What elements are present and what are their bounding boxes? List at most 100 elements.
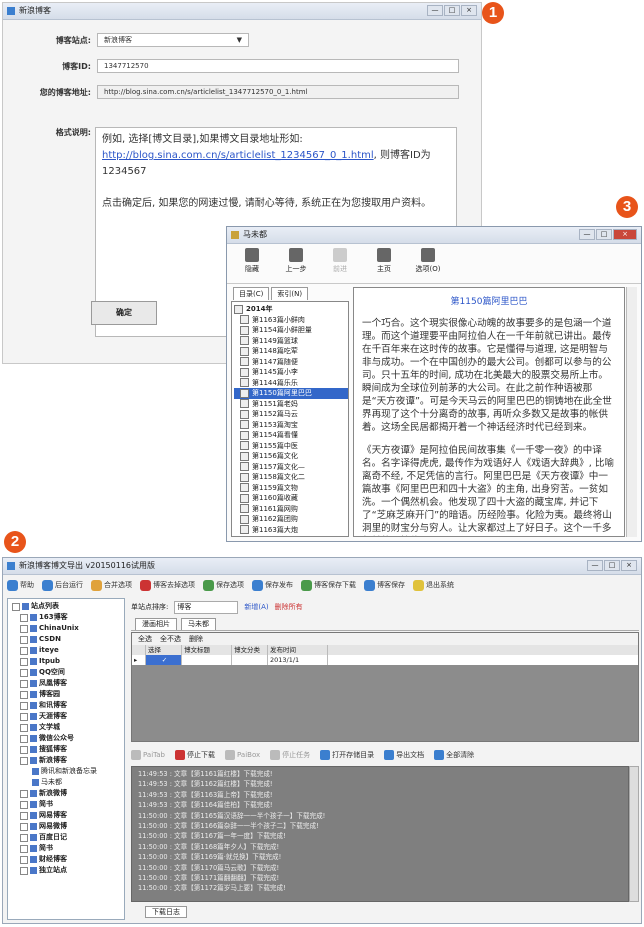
site-tree-item[interactable]: 文学城 (10, 722, 124, 733)
table-row[interactable]: ▸ ✓ 2013/1/1 (132, 655, 638, 665)
close-button[interactable]: × (621, 560, 637, 571)
ok-button[interactable]: 确定 (91, 301, 157, 325)
col-date[interactable]: 发布时间 (268, 645, 328, 655)
site-tree-item[interactable]: 马未都 (10, 777, 124, 788)
site-tree-item[interactable]: 凤凰博客 (10, 678, 124, 689)
site-tree-item[interactable]: Itpub (10, 656, 124, 667)
expand-icon[interactable] (20, 745, 28, 754)
select-none-button[interactable]: 全不选 (160, 634, 181, 644)
add-button[interactable]: 新增(A) (244, 602, 268, 612)
log-tool-button[interactable]: 停止任务 (270, 750, 310, 760)
blog-id-input[interactable]: 1347712570 (97, 59, 459, 73)
tree-item[interactable]: 第1163篇大炮 (234, 525, 348, 536)
hide-button[interactable]: 隐藏 (237, 245, 267, 283)
expand-icon[interactable] (20, 844, 28, 853)
expand-icon[interactable] (20, 800, 28, 809)
tree-item[interactable]: 第1159篇文物 (234, 483, 348, 494)
site-tree-item[interactable]: 网易微博 (10, 821, 124, 832)
site-tree-item[interactable]: 财经博客 (10, 854, 124, 865)
tree-item[interactable]: 第1149篇篮球 (234, 336, 348, 347)
site-tree-item[interactable]: 站点列表 (10, 601, 124, 612)
expand-icon[interactable] (20, 811, 28, 820)
tree-item[interactable]: 第1150篇阿里巴巴 (234, 388, 348, 399)
col-title[interactable]: 博文标题 (182, 645, 232, 655)
site-tree-item[interactable]: 搜狐博客 (10, 744, 124, 755)
home-button[interactable]: 主页 (369, 245, 399, 283)
toolbar-button[interactable]: 保存发布 (252, 579, 293, 591)
toolbar-button[interactable]: 博客保存 (364, 579, 405, 591)
tree-item[interactable]: 第1154篇小鲜胆量 (234, 325, 348, 336)
toolbar-button[interactable]: 博客去掉选项 (140, 579, 195, 591)
site-tree-item[interactable]: 百度日记 (10, 832, 124, 843)
expand-icon[interactable] (20, 646, 28, 655)
site-tree-item[interactable]: 网易博客 (10, 810, 124, 821)
log-scrollbar[interactable] (629, 766, 639, 902)
row-checkbox[interactable]: ✓ (146, 655, 182, 665)
expand-icon[interactable] (20, 756, 28, 765)
expand-icon[interactable] (12, 602, 20, 611)
site-tree-item[interactable]: 博客园 (10, 689, 124, 700)
log-tool-button[interactable]: PaiBox (225, 750, 260, 760)
tree-item[interactable]: 第1160篇收藏 (234, 493, 348, 504)
example-link[interactable]: http://blog.sina.com.cn/s/articlelist_12… (102, 150, 374, 161)
tab-contents[interactable]: 目录(C) (233, 287, 270, 300)
options-button[interactable]: 选项(O) (413, 245, 443, 283)
site-tree-item[interactable]: 163博客 (10, 612, 124, 623)
article-scrollbar[interactable] (626, 287, 637, 537)
tree-item[interactable]: 第1148篇吃荤 (234, 346, 348, 357)
site-tree-item[interactable]: 和讯博客 (10, 700, 124, 711)
expand-icon[interactable] (20, 833, 28, 842)
site-tree-item[interactable]: 天涯博客 (10, 711, 124, 722)
log-tool-button[interactable]: 打开存储目录 (320, 750, 374, 760)
tree-item[interactable]: 第1154篇看懂 (234, 430, 348, 441)
tab-index[interactable]: 索引(N) (271, 287, 309, 300)
minimize-button[interactable]: — (427, 5, 443, 16)
site-select[interactable]: 新浪博客 ▼ (97, 33, 249, 47)
minimize-button[interactable]: — (579, 229, 595, 240)
expand-icon[interactable] (20, 701, 28, 710)
tree-item[interactable]: 第1157篇文化— (234, 462, 348, 473)
delete-all-button[interactable]: 删除所有 (275, 602, 303, 612)
site-tree-item[interactable]: 新浪微博 (10, 788, 124, 799)
maximize-button[interactable]: □ (604, 560, 620, 571)
expand-icon[interactable] (20, 690, 28, 699)
expand-icon[interactable] (20, 822, 28, 831)
tab-comic-photos[interactable]: 漫画相片 (135, 618, 177, 630)
tree-item[interactable]: 第1162篇团购 (234, 514, 348, 525)
site-tree-item[interactable]: 简书 (10, 799, 124, 810)
log-tool-button[interactable]: 停止下载 (175, 750, 215, 760)
grid-delete-button[interactable]: 删除 (189, 634, 203, 644)
tree-item[interactable]: 第1163篇小鲜肉 (234, 315, 348, 326)
expand-icon[interactable] (20, 679, 28, 688)
col-select[interactable]: 选择 (146, 645, 182, 655)
toolbar-button[interactable]: 博客保存下载 (301, 579, 356, 591)
col-category[interactable]: 博文分类 (232, 645, 268, 655)
filter-select[interactable]: 博客 (174, 600, 239, 614)
toolbar-button[interactable]: 帮助 (7, 579, 34, 591)
close-button[interactable]: × (613, 229, 637, 240)
log-tool-button[interactable]: 全部清除 (434, 750, 474, 760)
log-tool-button[interactable]: 导出文档 (384, 750, 424, 760)
maximize-button[interactable]: □ (444, 5, 460, 16)
expand-icon[interactable] (20, 734, 28, 743)
tree-item[interactable]: 第1147篇随便 (234, 357, 348, 368)
site-tree-item[interactable]: iteye (10, 645, 124, 656)
site-tree-item[interactable]: 独立站点 (10, 865, 124, 876)
log-tool-button[interactable]: PaiTab (131, 750, 165, 760)
site-tree-item[interactable]: QQ空间 (10, 667, 124, 678)
tree-item[interactable]: 第1144篇乐乐 (234, 378, 348, 389)
select-all-button[interactable]: 全选 (138, 634, 152, 644)
site-tree-item[interactable]: 简书 (10, 843, 124, 854)
expand-icon[interactable] (20, 657, 28, 666)
tree-item[interactable]: 第1161篇网购 (234, 504, 348, 515)
maximize-button[interactable]: □ (596, 229, 612, 240)
expand-icon[interactable] (20, 624, 28, 633)
site-tree-item[interactable]: 微信公众号 (10, 733, 124, 744)
forward-button[interactable]: 前进 (325, 245, 355, 283)
site-tree-item[interactable]: 腾讯和新浪备忘录 (10, 766, 124, 777)
back-button[interactable]: 上一步 (281, 245, 311, 283)
expand-icon[interactable] (20, 789, 28, 798)
expand-icon[interactable] (20, 613, 28, 622)
tree-item[interactable]: 第1158篇文化二 (234, 472, 348, 483)
expand-icon[interactable] (20, 635, 28, 644)
